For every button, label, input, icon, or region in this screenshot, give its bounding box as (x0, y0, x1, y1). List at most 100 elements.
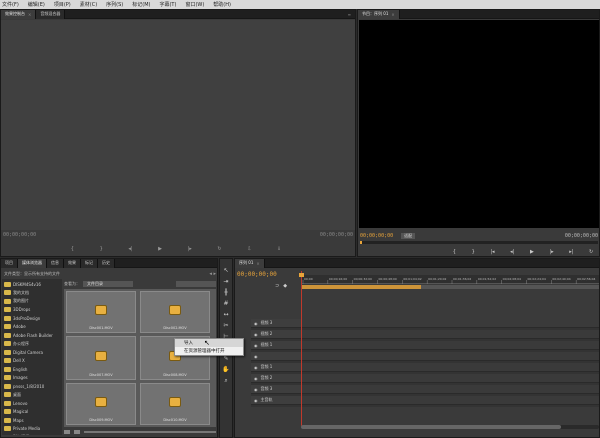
thumbnail-item[interactable]: Disc010.MOV (140, 383, 210, 425)
selection-tool-icon[interactable]: ↖ (222, 266, 231, 275)
track-header[interactable]: ◉ 音频 1 (251, 363, 301, 372)
track-header[interactable]: ◉ 音频 3 (251, 385, 301, 394)
step-back-icon[interactable]: ◂| (510, 249, 514, 255)
folder-tree-item[interactable]: 3dsProDesign (4, 314, 62, 323)
go-to-out-icon[interactable]: ▸| (569, 249, 573, 255)
folder-tree-item[interactable]: 办公程序 (4, 340, 62, 349)
menu-item[interactable]: 编辑(E) (28, 1, 45, 8)
mark-in-icon[interactable]: { (453, 249, 456, 255)
ripple-edit-tool-icon[interactable]: ╫ (222, 288, 231, 297)
track-lane[interactable] (301, 341, 599, 350)
razor-tool-icon[interactable]: ✂ (222, 321, 231, 330)
view-as-select[interactable]: 文件目录 (83, 280, 133, 287)
folder-tree-item[interactable]: 我的文档 (4, 289, 62, 298)
tab-project-4[interactable]: 标记 (81, 258, 98, 268)
folder-tree-item[interactable]: DISKM4S4v16 (4, 280, 62, 289)
playhead-line[interactable] (301, 271, 302, 426)
panel-menu-icon[interactable]: ≡ (348, 12, 355, 17)
folder-tree-item[interactable]: Images (4, 374, 62, 383)
time-ruler[interactable]: 00;00 00;00;16;00 00;00;32;00 00;00;48;00 00… (301, 275, 599, 284)
folder-tree-item[interactable]: Maps (4, 416, 62, 425)
folder-tree-item[interactable]: Digital Camera (4, 348, 62, 357)
tab-sequence[interactable]: 序列 01 × (235, 258, 265, 268)
step-forward-icon[interactable]: |▸ (188, 246, 192, 252)
work-area-bar[interactable] (301, 285, 421, 289)
add-marker-icon[interactable]: ◆ (283, 283, 287, 289)
track-toggle-icon[interactable]: ◉ (254, 343, 258, 348)
tab-audio-mixer[interactable]: 音频混合器 (36, 9, 66, 19)
track-lane[interactable] (301, 352, 599, 361)
snap-icon[interactable]: ⊃ (275, 283, 279, 289)
insert-icon[interactable]: ⇩ (247, 246, 251, 252)
step-forward-icon[interactable]: |▸ (549, 249, 553, 255)
track-select-tool-icon[interactable]: ⇥ (222, 277, 231, 286)
program-playhead[interactable] (360, 241, 362, 244)
loop-icon[interactable]: ↻ (589, 249, 593, 255)
tab-project-5[interactable]: 历史 (98, 258, 115, 268)
folder-tree-item[interactable]: 我的图片 (4, 297, 62, 306)
tab-effect-controls[interactable]: 效果控制台 × (1, 9, 37, 19)
timeline-timecode[interactable]: 00;00;00;00 (237, 271, 277, 278)
track-header[interactable]: ◉ (251, 352, 301, 361)
track-toggle-icon[interactable]: ◉ (254, 376, 258, 381)
rolling-edit-tool-icon[interactable]: # (222, 299, 231, 308)
thumbnail-item[interactable]: Disc009.MOV (66, 383, 136, 425)
zoom-select[interactable]: 适配 (401, 232, 416, 239)
step-back-icon[interactable]: ◂| (128, 246, 132, 252)
track-header[interactable]: ◉ 视频 2 (251, 330, 301, 339)
menu-item[interactable]: 文件(F) (2, 1, 19, 8)
menu-item[interactable]: 素材(C) (80, 1, 97, 8)
track-toggle-icon[interactable]: ◉ (254, 398, 258, 403)
track-header[interactable]: ◉ 音频 2 (251, 374, 301, 383)
folder-tree-item[interactable]: 彩虹视频 (4, 433, 62, 435)
list-view-icon[interactable] (64, 429, 70, 434)
menu-item[interactable]: 标记(M) (132, 1, 150, 8)
play-icon[interactable]: ▶ (530, 249, 534, 255)
hand-tool-icon[interactable]: ✋ (222, 365, 231, 374)
go-to-in-icon[interactable]: |◂ (490, 249, 494, 255)
file-type-filter[interactable]: 文件类型：显示所有支持的文件 (4, 271, 60, 277)
folder-tree-item[interactable]: Dell X (4, 357, 62, 366)
thumbnail-item[interactable]: Disc002.MOV (140, 291, 210, 333)
zoom-tool-icon[interactable]: ⌕ (222, 376, 231, 385)
nav-arrows-icon[interactable]: ◂ ▸ (209, 271, 216, 277)
track-header[interactable]: ◉ 主音轨 (251, 396, 301, 405)
folder-tree-item[interactable]: Private Media (4, 425, 62, 434)
loop-icon[interactable]: ↻ (217, 246, 221, 252)
timeline-scrollbar[interactable] (301, 425, 599, 429)
close-icon[interactable]: × (391, 12, 394, 17)
zoom-slider[interactable] (84, 430, 216, 433)
close-icon[interactable]: × (28, 12, 31, 17)
track-toggle-icon[interactable]: ◉ (254, 387, 258, 392)
track-lane[interactable] (301, 330, 599, 339)
search-input[interactable] (176, 280, 216, 287)
play-icon[interactable]: ▶ (158, 246, 162, 252)
folder-tree-item[interactable]: Adobe Flash Builder (4, 331, 62, 340)
menu-item[interactable]: 项目(P) (54, 1, 71, 8)
context-menu-item-open-in-explorer[interactable]: 在资源管理器中打开 (175, 347, 243, 355)
tab-project-1[interactable]: 媒体浏览器 (18, 258, 47, 268)
folder-tree-item[interactable]: 桌面 (4, 391, 62, 400)
playhead-handle[interactable] (299, 273, 304, 277)
folder-tree-item[interactable]: 3DDrops (4, 306, 62, 315)
folder-tree-item[interactable]: Adobe (4, 323, 62, 332)
close-icon[interactable]: × (256, 261, 259, 266)
scrollbar-thumb[interactable] (301, 425, 561, 429)
folder-tree-item[interactable]: pnsss_1/8/2010 (4, 382, 62, 391)
menu-item[interactable]: 帮助(H) (213, 1, 231, 8)
mark-in-icon[interactable]: { (71, 246, 74, 252)
menu-item[interactable]: 字幕(T) (159, 1, 176, 8)
track-lane[interactable] (301, 319, 599, 328)
tab-program-sequence[interactable]: 节目：序列 01 × (358, 9, 400, 19)
program-scrub-bar[interactable] (360, 241, 598, 244)
tab-project-2[interactable]: 信息 (47, 258, 64, 268)
track-header[interactable]: ◉ 视频 3 (251, 319, 301, 328)
track-header[interactable]: ◉ 视频 1 (251, 341, 301, 350)
rate-stretch-tool-icon[interactable]: ↔ (222, 310, 231, 319)
menu-item[interactable]: 窗口(W) (185, 1, 204, 8)
icon-view-icon[interactable] (74, 429, 80, 434)
track-toggle-icon[interactable]: ◉ (254, 365, 258, 370)
track-lane[interactable] (301, 385, 599, 394)
track-lane[interactable] (301, 396, 599, 405)
folder-tree-item[interactable]: English (4, 365, 62, 374)
